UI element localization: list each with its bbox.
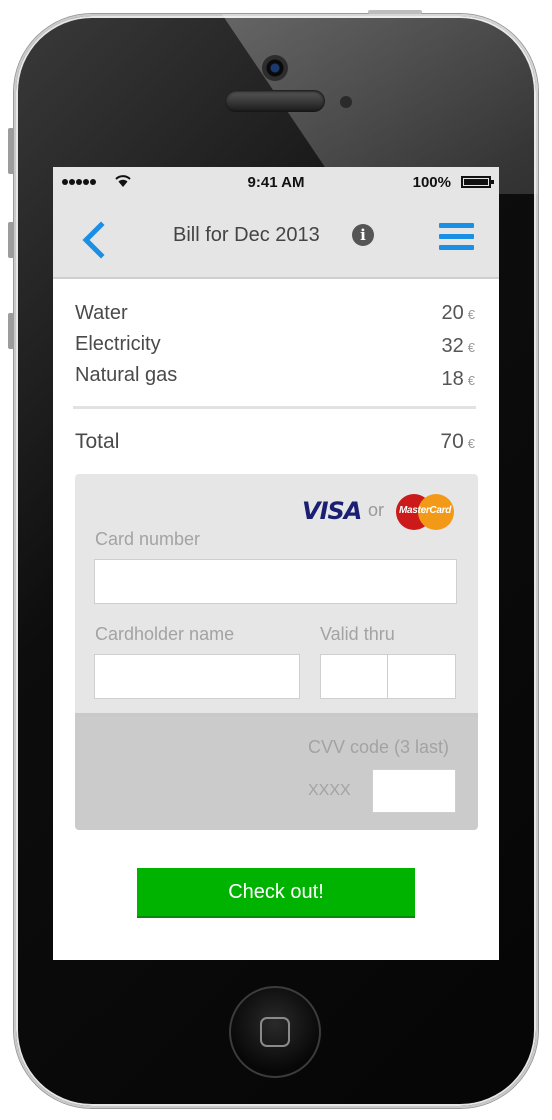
card-number-label: Card number	[95, 529, 201, 549]
hamburger-menu-icon[interactable]	[439, 223, 474, 253]
bill-item-electricity: Electricity 32 €	[75, 333, 475, 364]
bill-item-water: Water 20 €	[75, 302, 475, 333]
cvv-panel: CVV code (3 last) XXXX	[75, 717, 478, 830]
front-camera-icon	[262, 55, 288, 81]
bill-item-name: Natural gas	[75, 364, 178, 386]
bill-item-amount: 18 €	[441, 368, 475, 390]
mute-switch	[8, 128, 14, 174]
earpiece-speaker	[225, 90, 325, 112]
valid-year-input[interactable]	[387, 654, 456, 699]
home-button[interactable]	[229, 986, 321, 1078]
bill-item-amount: 20 €	[441, 302, 475, 324]
total-label: Total	[75, 430, 120, 453]
bill-item-name: Electricity	[75, 333, 161, 355]
bill-total-row: Total 70 €	[75, 430, 475, 460]
cardholder-name-label: Cardholder name	[95, 624, 235, 644]
battery-icon	[461, 176, 494, 188]
page-title: Bill for Dec 2013	[173, 224, 320, 246]
proximity-sensor	[340, 96, 352, 108]
cvv-mask: XXXX	[308, 782, 351, 799]
app-screen: 9:41 AM 100% Bill for Dec 2013 i Water 2…	[53, 167, 499, 960]
cvv-label: CVV code (3 last)	[308, 737, 450, 757]
valid-month-input[interactable]	[320, 654, 388, 699]
cardholder-name-input[interactable]	[94, 654, 300, 699]
total-amount: 70 €	[440, 430, 475, 453]
bill-item-name: Water	[75, 302, 128, 324]
bill-items-list: Water 20 € Electricity 32 € Natural gas 18…	[75, 302, 475, 395]
power-button	[368, 10, 422, 14]
home-square-icon	[260, 1017, 290, 1047]
bill-divider	[73, 406, 476, 409]
valid-thru-label: Valid thru	[320, 624, 395, 644]
info-icon[interactable]: i	[352, 224, 374, 246]
visa-logo: VISA	[302, 497, 362, 525]
mastercard-logo: MasterCard	[396, 494, 454, 530]
checkout-button[interactable]: Check out!	[137, 868, 415, 918]
bill-item-amount: 32 €	[441, 335, 475, 357]
volume-down-button	[8, 313, 14, 349]
status-bar: 9:41 AM 100%	[53, 167, 499, 199]
card-or-text: or	[368, 500, 385, 520]
cvv-input[interactable]	[372, 769, 456, 813]
volume-up-button	[8, 222, 14, 258]
card-number-input[interactable]	[94, 559, 457, 604]
card-details-panel: VISA or MasterCard Card number Cardholde…	[75, 474, 478, 717]
back-chevron-icon[interactable]	[79, 221, 111, 259]
navigation-bar: Bill for Dec 2013 i	[53, 199, 499, 279]
bill-item-natural-gas: Natural gas 18 €	[75, 364, 475, 395]
battery-percentage: 100%	[412, 174, 451, 191]
